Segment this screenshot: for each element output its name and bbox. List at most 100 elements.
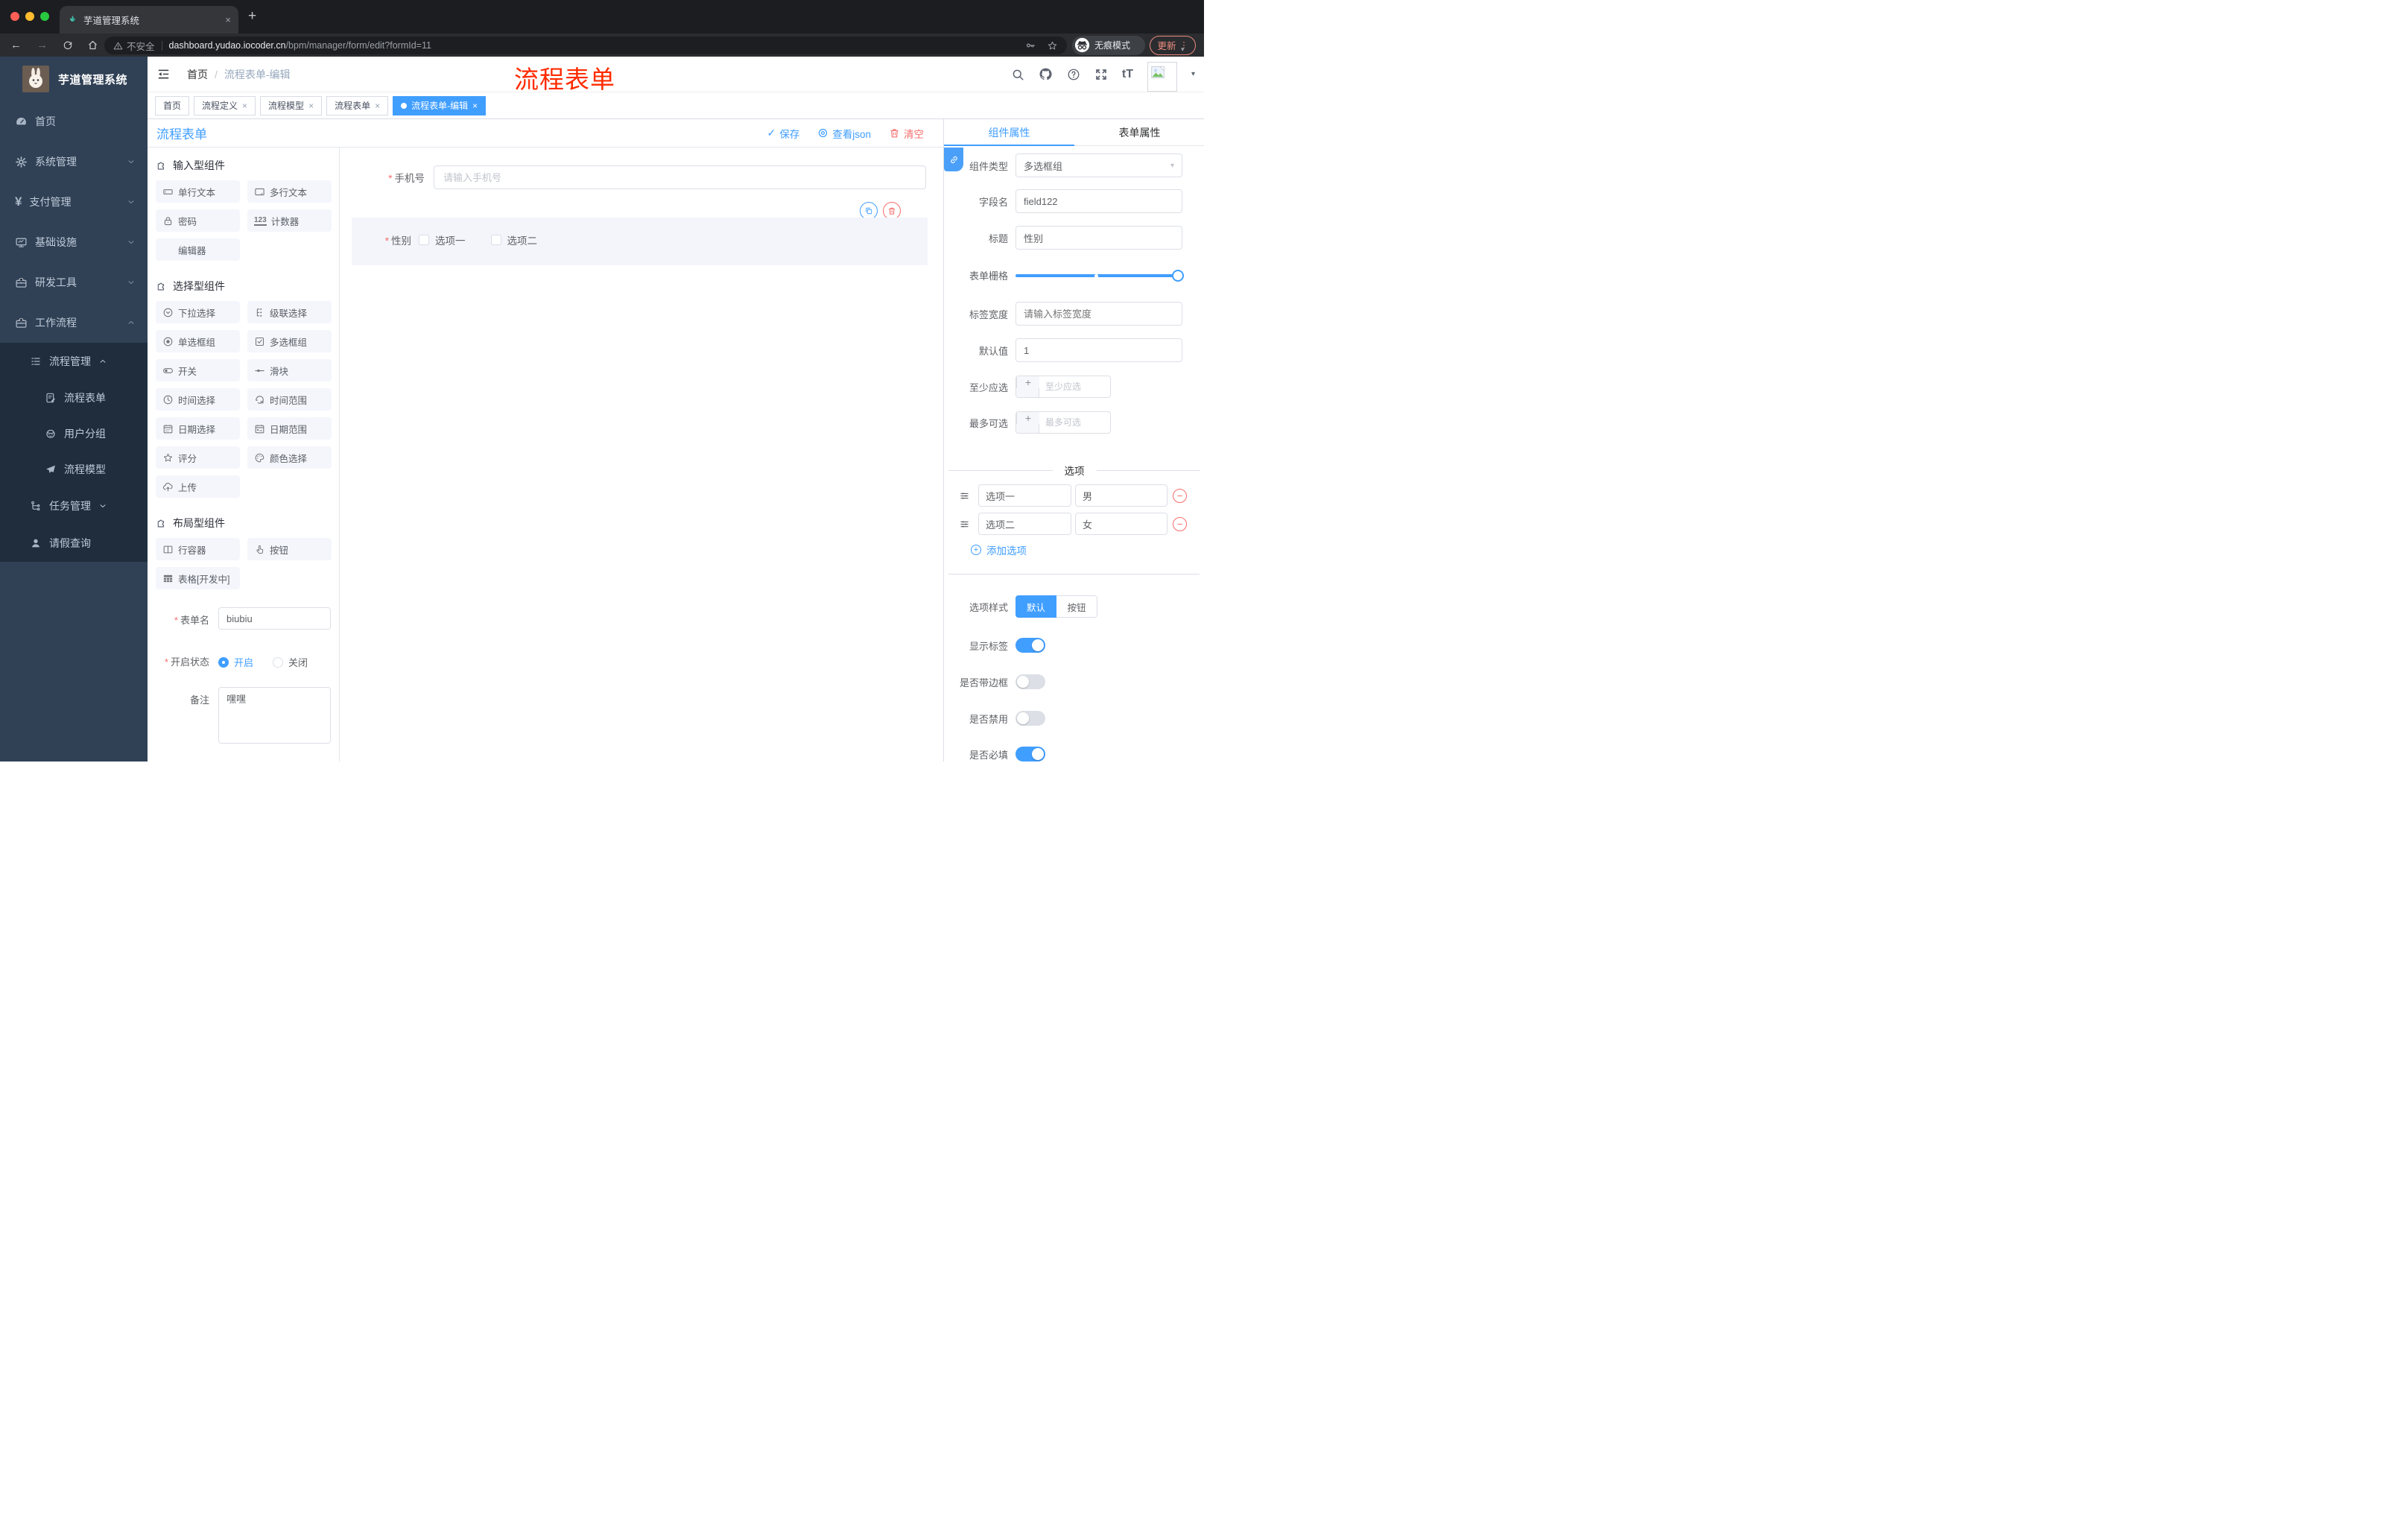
- user-avatar[interactable]: [1147, 61, 1177, 92]
- browser-back-icon[interactable]: ←: [10, 39, 22, 51]
- component-table-dev[interactable]: 表格[开发中]: [156, 567, 240, 589]
- component-date-picker[interactable]: 日期选择: [156, 417, 240, 440]
- page-tab-home[interactable]: 首页: [155, 95, 190, 115]
- tab-close-icon[interactable]: ×: [472, 101, 478, 111]
- browser-dropdown-caret-icon[interactable]: ▾: [1181, 45, 1185, 54]
- form-canvas[interactable]: *手机号 *性别 选项一 选项二: [340, 148, 943, 762]
- component-single-line-text[interactable]: 单行文本: [156, 180, 240, 203]
- sidebar-item-system-management[interactable]: 系统管理: [0, 142, 148, 182]
- form-name-input[interactable]: [218, 607, 331, 630]
- github-icon[interactable]: [1039, 67, 1053, 81]
- gender-checkbox-option1[interactable]: 选项一: [419, 232, 466, 247]
- sidebar-item-user-group[interactable]: 用户分组: [0, 416, 148, 452]
- browser-update-button[interactable]: 更新 ⋮: [1150, 35, 1196, 55]
- component-row-container[interactable]: 行容器: [156, 538, 240, 560]
- tab-component-props[interactable]: 组件属性: [944, 119, 1074, 145]
- bookmark-star-icon[interactable]: [1047, 40, 1058, 51]
- page-tab-process-definition[interactable]: 流程定义 ×: [194, 95, 256, 115]
- max-select-input[interactable]: [1039, 412, 1087, 433]
- sidebar-item-task-management[interactable]: 任务管理: [0, 487, 148, 525]
- fullscreen-icon[interactable]: [1094, 68, 1108, 81]
- browser-tab[interactable]: 芋道管理系统 ×: [60, 6, 238, 34]
- component-upload[interactable]: 上传: [156, 475, 240, 498]
- save-button[interactable]: ✓ 保存: [767, 126, 800, 141]
- status-radio-on[interactable]: 开启: [218, 655, 253, 669]
- stepper-increase-button[interactable]: +: [1016, 412, 1039, 424]
- clear-button[interactable]: 清空: [889, 126, 924, 141]
- component-checkbox-group[interactable]: 多选框组: [247, 330, 332, 352]
- component-radio-group[interactable]: 单选框组: [156, 330, 240, 352]
- component-button[interactable]: 按钮: [247, 538, 332, 560]
- sidebar-item-home[interactable]: 首页: [0, 101, 148, 142]
- tab-form-props[interactable]: 表单属性: [1074, 119, 1204, 145]
- option1-name-input[interactable]: [978, 484, 1071, 507]
- sidebar-item-leave-query[interactable]: 请假查询: [0, 525, 148, 562]
- tab-close-icon[interactable]: ×: [375, 101, 380, 111]
- font-size-icon[interactable]: tT: [1122, 68, 1133, 81]
- help-question-icon[interactable]: [1067, 68, 1080, 81]
- option2-name-input[interactable]: [978, 513, 1071, 535]
- component-time-picker[interactable]: 时间选择: [156, 388, 240, 411]
- password-key-icon[interactable]: [1025, 40, 1036, 51]
- sidebar-item-workflow[interactable]: 工作流程: [0, 303, 148, 343]
- sidebar-logo[interactable]: 芋道管理系统: [0, 57, 148, 101]
- border-toggle-off[interactable]: [1016, 674, 1045, 689]
- sidebar-item-process-model[interactable]: 流程模型: [0, 452, 148, 487]
- browser-forward-icon[interactable]: →: [37, 39, 48, 51]
- field-name-input[interactable]: [1016, 189, 1182, 213]
- style-button-button[interactable]: 按钮: [1056, 595, 1097, 618]
- page-tab-process-form-edit-active[interactable]: 流程表单-编辑 ×: [393, 95, 487, 115]
- browser-home-icon[interactable]: [87, 39, 98, 51]
- option2-value-input[interactable]: [1075, 513, 1167, 535]
- slider-track[interactable]: [1016, 273, 1182, 277]
- tab-close-icon[interactable]: ×: [308, 101, 314, 111]
- window-zoom-button[interactable]: [40, 12, 49, 21]
- sidebar-item-process-management[interactable]: 流程管理: [0, 343, 148, 380]
- component-multi-line-text[interactable]: 多行文本: [247, 180, 332, 203]
- stepper-increase-button[interactable]: +: [1016, 376, 1039, 388]
- canvas-field-gender-selected[interactable]: * 性别 选项一 选项二: [352, 218, 928, 265]
- component-counter[interactable]: 123 计数器: [247, 209, 332, 232]
- disabled-toggle-off[interactable]: [1016, 711, 1045, 726]
- drag-handle-icon[interactable]: [959, 519, 970, 530]
- phone-input[interactable]: [434, 165, 926, 189]
- canvas-field-phone[interactable]: * 手机号: [340, 165, 943, 189]
- component-rate[interactable]: 评分: [156, 446, 240, 469]
- new-tab-button[interactable]: +: [248, 9, 256, 23]
- drag-handle-icon[interactable]: [959, 490, 970, 501]
- page-tab-process-form[interactable]: 流程表单 ×: [326, 95, 389, 115]
- title-input[interactable]: [1016, 226, 1182, 250]
- component-type-select[interactable]: 多选框组 ▾: [1016, 153, 1182, 177]
- tab-close-icon[interactable]: ×: [242, 101, 247, 111]
- status-radio-off[interactable]: 关闭: [273, 655, 308, 669]
- sidebar-item-payment-management[interactable]: ¥ 支付管理: [0, 182, 148, 222]
- component-editor[interactable]: 编辑器: [156, 238, 240, 261]
- sidebar-item-infrastructure[interactable]: 基础设施: [0, 222, 148, 262]
- sidebar-collapse-icon[interactable]: [156, 67, 171, 81]
- gender-checkbox-option2[interactable]: 选项二: [490, 232, 537, 247]
- component-slider[interactable]: 滑块: [247, 359, 332, 381]
- style-default-button[interactable]: 默认: [1016, 595, 1056, 618]
- sidebar-item-process-form[interactable]: 流程表单: [0, 380, 148, 416]
- slider-handle[interactable]: [1172, 269, 1184, 282]
- window-close-button[interactable]: [10, 12, 19, 21]
- avatar-dropdown-caret-icon[interactable]: ▾: [1191, 70, 1195, 78]
- tab-close-icon[interactable]: ×: [225, 14, 231, 25]
- window-minimize-button[interactable]: [25, 12, 34, 21]
- remove-option-button[interactable]: −: [1173, 488, 1187, 503]
- remove-option-button[interactable]: −: [1173, 516, 1187, 531]
- component-switch[interactable]: 开关: [156, 359, 240, 381]
- component-color-picker[interactable]: 颜色选择: [247, 446, 332, 469]
- label-width-input[interactable]: [1016, 302, 1182, 326]
- component-time-range[interactable]: 时间范围: [247, 388, 332, 411]
- sidebar-item-dev-tools[interactable]: 研发工具: [0, 262, 148, 303]
- view-json-button[interactable]: 查看json: [817, 126, 871, 141]
- browser-reload-icon[interactable]: [63, 40, 73, 51]
- component-cascader[interactable]: 级联选择: [247, 301, 332, 323]
- min-select-input[interactable]: [1039, 376, 1087, 397]
- address-bar[interactable]: 不安全 dashboard.yudao.iocoder.cn/bpm/manag…: [104, 37, 1067, 54]
- add-option-button[interactable]: + 添加选项: [971, 542, 1027, 557]
- component-select[interactable]: 下拉选择: [156, 301, 240, 323]
- default-value-input[interactable]: [1016, 338, 1182, 362]
- required-toggle-on[interactable]: [1016, 747, 1045, 762]
